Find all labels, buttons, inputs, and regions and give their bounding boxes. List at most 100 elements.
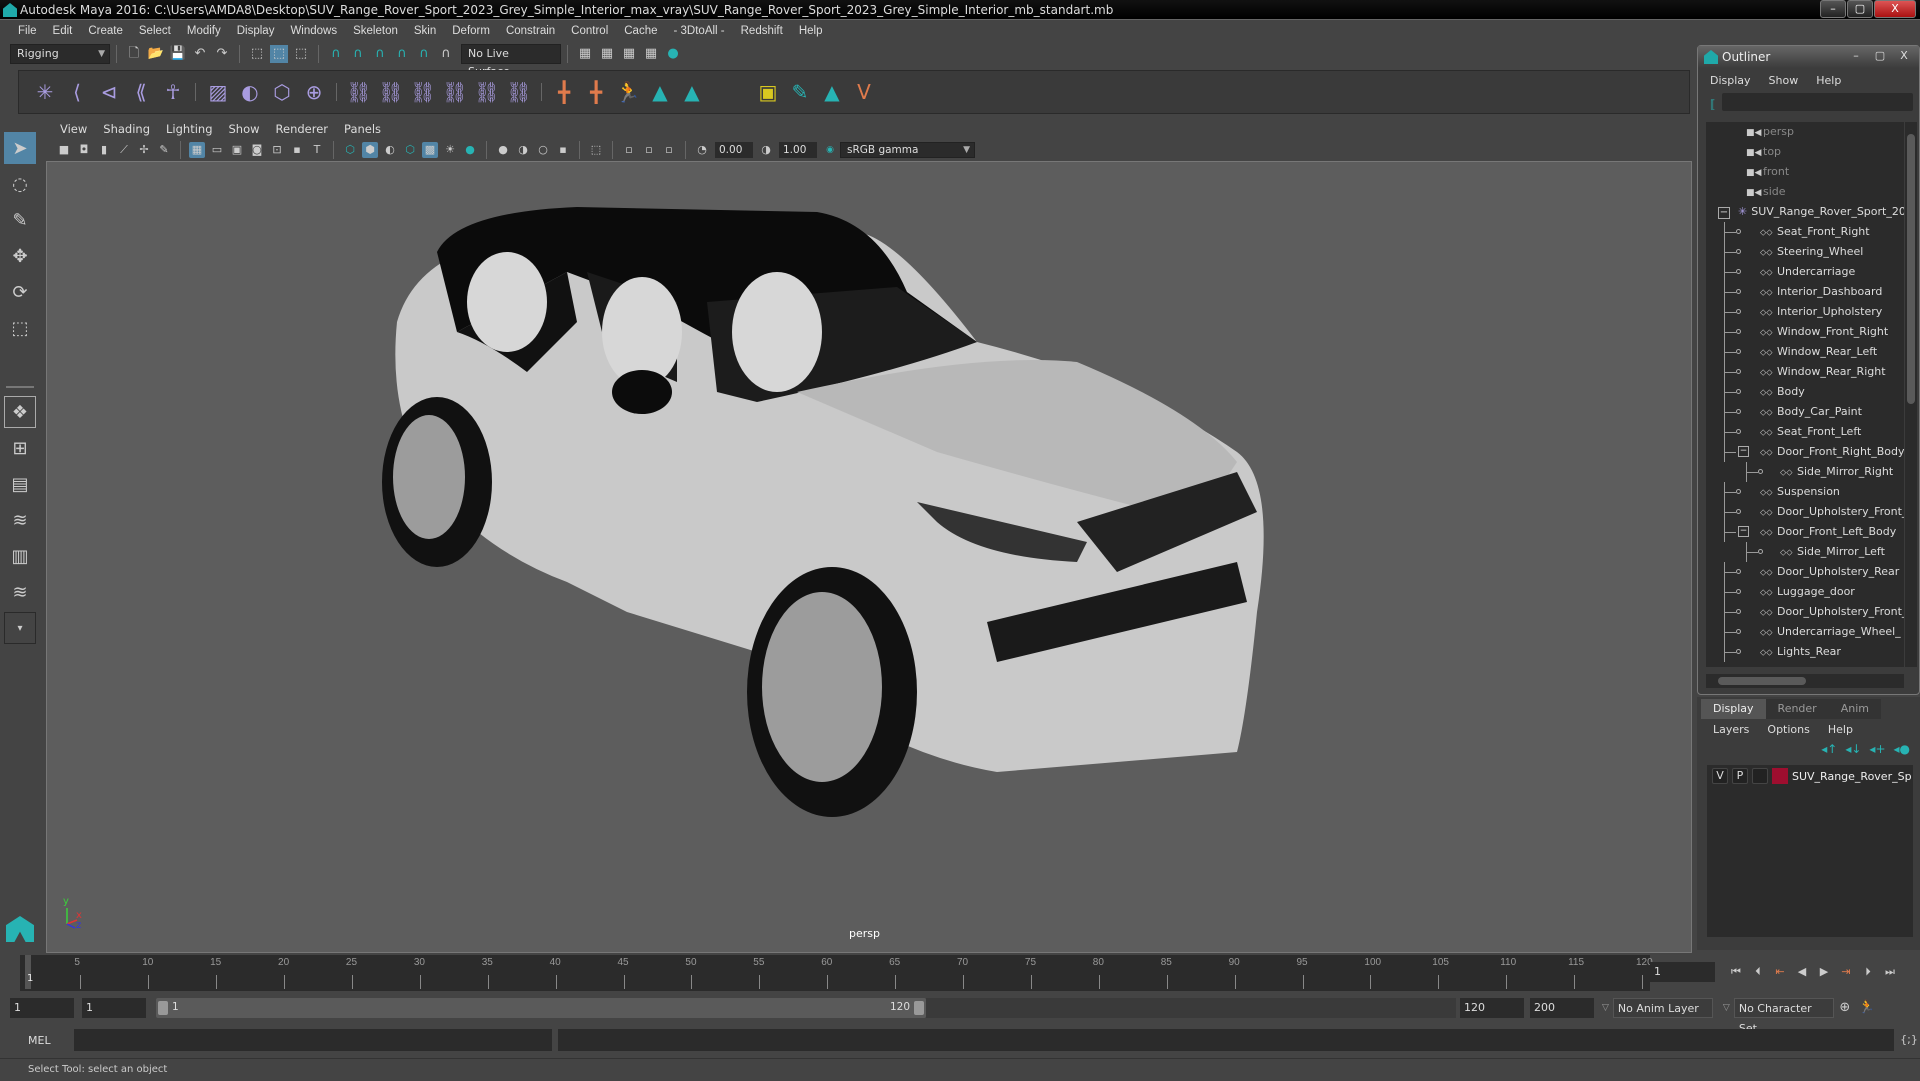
outliner-menu-show[interactable]: Show [1769,74,1799,87]
step-forward-frame-icon[interactable]: ⏵ [1859,963,1877,981]
move-layer-down-icon[interactable]: ◂↓ [1845,742,1861,756]
maya-logo-icon-2[interactable]: ▲ [678,78,706,106]
layer-display-type-toggle[interactable] [1752,768,1768,784]
outliner-minimize-button[interactable]: – [1845,48,1867,64]
move-layer-up-icon[interactable]: ◂↑ [1821,742,1837,756]
color-space-dropdown[interactable]: sRGB gamma ▼ [840,142,975,158]
command-input[interactable] [73,1029,553,1051]
outliner-item[interactable]: ⬦⬦ Side_Mirror_Right [1706,462,1904,482]
animation-end-field[interactable]: 200 [1530,998,1594,1018]
safe-title-icon[interactable]: T [309,142,325,158]
wireframe-on-shaded-icon[interactable]: ◐ [382,142,398,158]
layer-name[interactable]: SUV_Range_Rover_Sport_2023 [1792,770,1912,783]
outliner-camera-item[interactable]: ■◀ persp [1706,122,1904,142]
maya-logo-icon-3[interactable]: ▲ [818,78,846,106]
character-icon[interactable]: 🏃 [614,78,642,106]
outliner-item[interactable]: ⬦⬦ Door_Upholstery_Front_Right [1706,502,1904,522]
xray-icon[interactable]: ⬡ [402,142,418,158]
outliner-item[interactable]: − ⬦⬦ Door_Front_Left_Body [1706,522,1904,542]
film-gate-icon[interactable]: ▭ [209,142,225,158]
snap-point-icon[interactable]: ∩ [371,45,389,63]
ipr-render-icon[interactable]: ▦ [620,45,638,63]
outliner-item[interactable]: ⬦⬦ Window_Rear_Right [1706,362,1904,382]
smooth-bind-icon[interactable]: ◐ [236,78,264,106]
humanik-icon[interactable]: ☥ [159,78,187,106]
script-language-label[interactable]: MEL [28,1034,54,1047]
parent-constraint-icon[interactable]: ⛓ [345,78,373,106]
outliner-close-button[interactable]: X [1893,48,1915,64]
single-view-layout-icon[interactable]: ❖ [4,396,36,428]
isolate-select-icon[interactable]: ⬚ [588,142,604,158]
graph-persp-layout-icon[interactable]: ≋ [4,504,36,536]
car-model[interactable] [377,192,1557,932]
exposure-field[interactable]: 0.00 [715,142,753,158]
lasso-paint-icon[interactable]: ✎ [786,78,814,106]
menu-select[interactable]: Select [131,25,179,37]
ik-spline-icon[interactable]: ⊲ [95,78,123,106]
anim-layer-dropdown[interactable]: No Anim Layer [1612,998,1713,1018]
menu-constrain[interactable]: Constrain [498,25,563,37]
layers-menu-layers[interactable]: Layers [1713,723,1749,736]
snap-live-icon[interactable]: ∩ [437,45,455,63]
field-chart-icon[interactable]: ⊡ [269,142,285,158]
snap-surface-icon[interactable]: ∩ [415,45,433,63]
play-backwards-icon[interactable]: ◀ [1793,963,1811,981]
auto-key-icon[interactable]: ⊕ [1836,999,1854,1017]
textured-icon[interactable]: ▩ [422,142,438,158]
redo-icon[interactable]: ↷ [213,45,231,63]
play-forwards-icon[interactable]: ▶ [1815,963,1833,981]
outliner-item[interactable]: ⬦⬦ Body [1706,382,1904,402]
color-management-toggle-icon[interactable]: ◉ [822,142,838,158]
hypershade-icon[interactable]: ● [664,45,682,63]
insert-joint-icon[interactable]: ⟪ [127,78,155,106]
step-back-frame-icon[interactable]: ⏴ [1749,963,1767,981]
animation-preferences-icon[interactable]: 🏃 [1858,999,1876,1017]
paint-select-icon[interactable]: ✎ [4,204,36,236]
outliner-camera-item[interactable]: ■◀ front [1706,162,1904,182]
snap-view-icon[interactable]: ∩ [393,45,411,63]
layers-menu-help[interactable]: Help [1828,723,1853,736]
character-set-chevron-icon[interactable]: ▽ [1723,1003,1730,1013]
outliner-horizontal-scrollbar[interactable] [1706,674,1904,688]
xray-components-icon[interactable]: ▫ [641,142,657,158]
viewport-persp[interactable]: y x z persp [46,161,1692,953]
parent-icon[interactable]: ╋ [582,78,610,106]
outliner-persp-layout-icon[interactable]: ▤ [4,468,36,500]
panel-menu-panels[interactable]: Panels [336,122,389,136]
tab-render[interactable]: Render [1765,699,1829,719]
range-end-handle[interactable] [914,1001,924,1015]
character-set-dropdown[interactable]: No Character Set [1733,998,1834,1035]
hypershade-layout-icon[interactable]: ▥ [4,540,36,572]
outliner-item[interactable]: ⬦⬦ Window_Front_Right [1706,322,1904,342]
rotate-tool-icon[interactable]: ⟳ [4,276,36,308]
menu-create[interactable]: Create [80,25,131,37]
backface-icon[interactable]: ▫ [661,142,677,158]
menu-edit[interactable]: Edit [45,25,81,37]
outliner-item[interactable]: ⬦⬦ Suspension [1706,482,1904,502]
outliner-item[interactable]: ⬦⬦ Steering_Wheel [1706,242,1904,262]
depth-of-field-icon[interactable]: ▪ [555,142,571,158]
select-tool-icon[interactable]: ➤ [4,132,36,164]
wireframe-icon[interactable]: ⬡ [342,142,358,158]
select-object-icon[interactable]: ⬚ [270,45,288,63]
menu-skeleton[interactable]: Skeleton [345,25,406,37]
pole-vector-icon[interactable]: ⛓ [505,78,533,106]
scale-constraint-icon[interactable]: ⛓ [441,78,469,106]
outliner-item[interactable]: ⬦⬦ Undercarriage_Wheel_ [1706,622,1904,642]
menu-3dtoall[interactable]: - 3DtoAll - [666,25,733,37]
new-layer-icon[interactable]: ◂+ [1869,742,1885,756]
new-layer-selected-icon[interactable]: ◂● [1894,742,1911,756]
render-frame-icon[interactable]: ▦ [598,45,616,63]
lasso-tool-icon[interactable]: ◌ [4,168,36,200]
lattice-icon[interactable]: ⬡ [268,78,296,106]
paint-weights-icon[interactable]: ▣ [754,78,782,106]
shadows-icon[interactable]: ● [462,142,478,158]
outliner-item[interactable]: ⬦⬦ Door_Upholstery_Front_Left [1706,602,1904,622]
go-to-start-icon[interactable]: ⏮ [1727,963,1745,981]
outliner-search-input[interactable] [1722,93,1913,111]
outliner-menu-help[interactable]: Help [1816,74,1841,87]
grid-icon[interactable]: ▦ [189,142,205,158]
menu-display[interactable]: Display [229,25,283,37]
outliner-titlebar[interactable]: Outliner – ▢ X [1698,46,1919,68]
bookmark-icon[interactable]: ▮ [96,142,112,158]
